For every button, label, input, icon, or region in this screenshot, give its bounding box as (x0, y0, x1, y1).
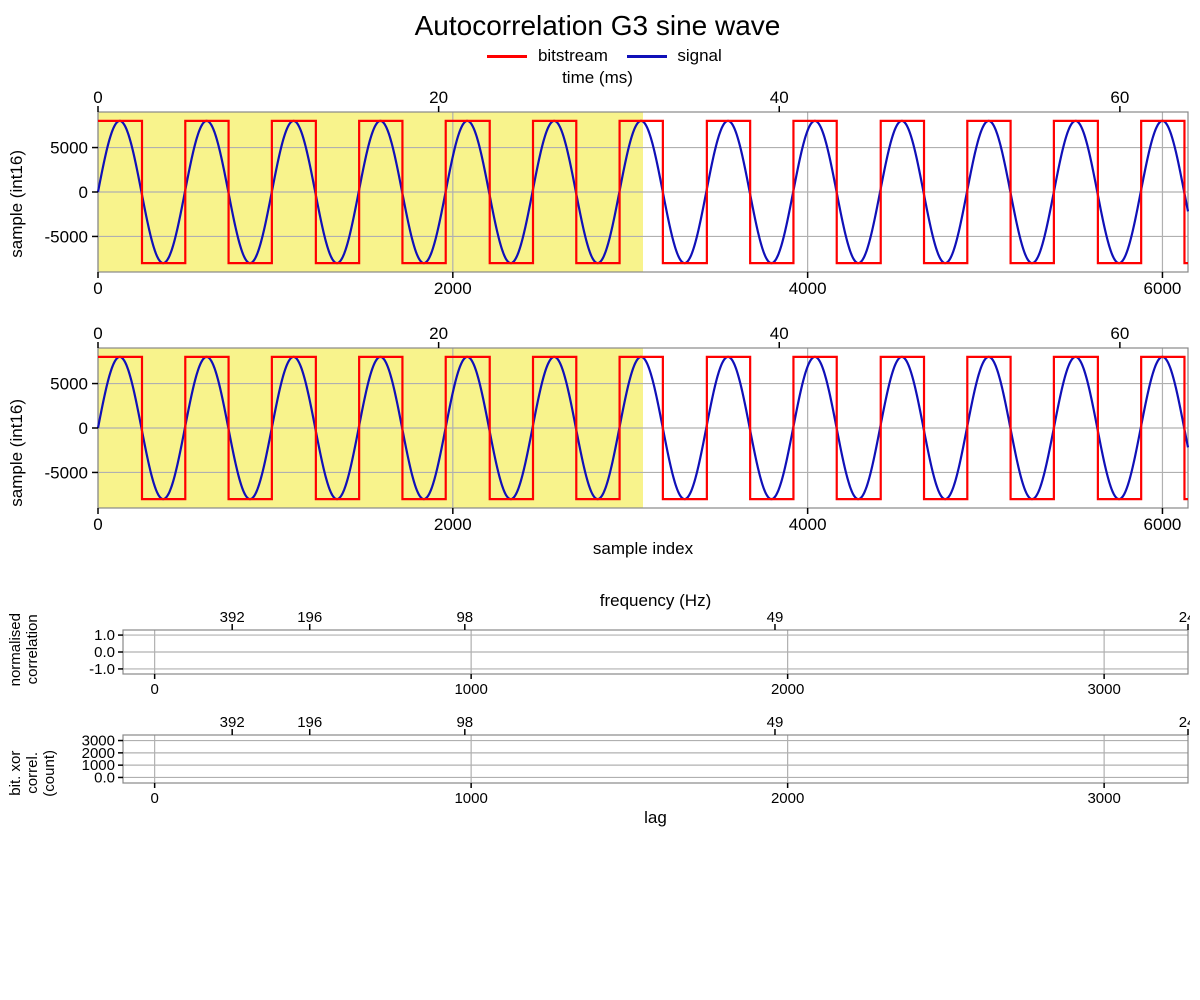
svg-text:20: 20 (429, 88, 448, 107)
svg-text:0: 0 (93, 515, 102, 534)
svg-text:lag: lag (644, 808, 667, 827)
bitxor-panel: 392196984924.501000200030000.01000200030… (53, 713, 1190, 833)
svg-text:1000: 1000 (454, 790, 487, 807)
svg-text:0: 0 (79, 183, 88, 202)
svg-text:sample index: sample index (593, 539, 694, 558)
svg-text:3000: 3000 (1087, 790, 1120, 807)
waveform-panel-2: 0 20 40 60 0 2000 4000 6000 -5000 0 5000 sample ind… (33, 324, 1190, 582)
svg-text:6000: 6000 (1144, 515, 1182, 534)
svg-text:0: 0 (93, 88, 102, 107)
legend-label-signal: signal (677, 46, 721, 65)
legend-swatch-signal (627, 55, 667, 58)
svg-text:1.0: 1.0 (94, 627, 115, 644)
svg-text:0.0: 0.0 (94, 644, 115, 661)
svg-text:24.5: 24.5 (1179, 714, 1190, 731)
svg-text:98: 98 (456, 609, 473, 626)
chart-legend: bitstream signal (473, 46, 722, 66)
svg-text:24.5: 24.5 (1179, 609, 1190, 626)
legend-swatch-bitstream (487, 55, 527, 58)
svg-text:4000: 4000 (789, 515, 827, 534)
svg-text:392: 392 (220, 609, 245, 626)
axis-label-sample-int16-2: sample (int16) (5, 399, 33, 507)
svg-text:60: 60 (1110, 324, 1129, 343)
svg-text:4000: 4000 (789, 279, 827, 298)
svg-text:3000: 3000 (1087, 681, 1120, 698)
svg-text:20: 20 (429, 324, 448, 343)
svg-text:2000: 2000 (771, 790, 804, 807)
page-title: Autocorrelation G3 sine wave (415, 10, 781, 42)
svg-text:98: 98 (456, 714, 473, 731)
axis-label-bit-xor: bit. xorcorrel.(count) (5, 750, 53, 797)
svg-text:0: 0 (93, 324, 102, 343)
svg-text:40: 40 (770, 324, 789, 343)
svg-text:6000: 6000 (1144, 279, 1182, 298)
svg-text:0: 0 (93, 279, 102, 298)
svg-text:3000: 3000 (82, 733, 115, 750)
svg-text:5000: 5000 (50, 139, 88, 158)
svg-text:49: 49 (767, 714, 784, 731)
svg-text:1000: 1000 (454, 681, 487, 698)
axis-label-time-ms: time (ms) (562, 68, 633, 88)
svg-text:2000: 2000 (434, 515, 472, 534)
svg-text:196: 196 (297, 609, 322, 626)
svg-text:0: 0 (150, 681, 158, 698)
correlation-panel: frequency (Hz) 392 196 98 49 24.5 0 1000 2000 300… (53, 592, 1190, 707)
axis-label-norm-corr: normalisedcorrelation (5, 613, 53, 686)
svg-text:60: 60 (1110, 88, 1129, 107)
svg-text:-5000: -5000 (45, 463, 88, 482)
svg-text:frequency (Hz): frequency (Hz) (600, 592, 711, 610)
svg-text:-1.0: -1.0 (89, 661, 115, 678)
svg-text:0: 0 (150, 790, 158, 807)
svg-text:40: 40 (770, 88, 789, 107)
axis-label-sample-int16-1: sample (int16) (5, 150, 33, 258)
svg-text:196: 196 (297, 714, 322, 731)
svg-text:49: 49 (767, 609, 784, 626)
svg-text:0: 0 (79, 419, 88, 438)
svg-text:2000: 2000 (771, 681, 804, 698)
waveform-panel-1: 0 20 40 60 0 2000 4000 6000 -5000 0 5000 (33, 88, 1190, 320)
svg-text:5000: 5000 (50, 375, 88, 394)
svg-text:-5000: -5000 (45, 227, 88, 246)
svg-text:2000: 2000 (434, 279, 472, 298)
svg-text:392: 392 (220, 714, 245, 731)
legend-label-bitstream: bitstream (538, 46, 608, 65)
